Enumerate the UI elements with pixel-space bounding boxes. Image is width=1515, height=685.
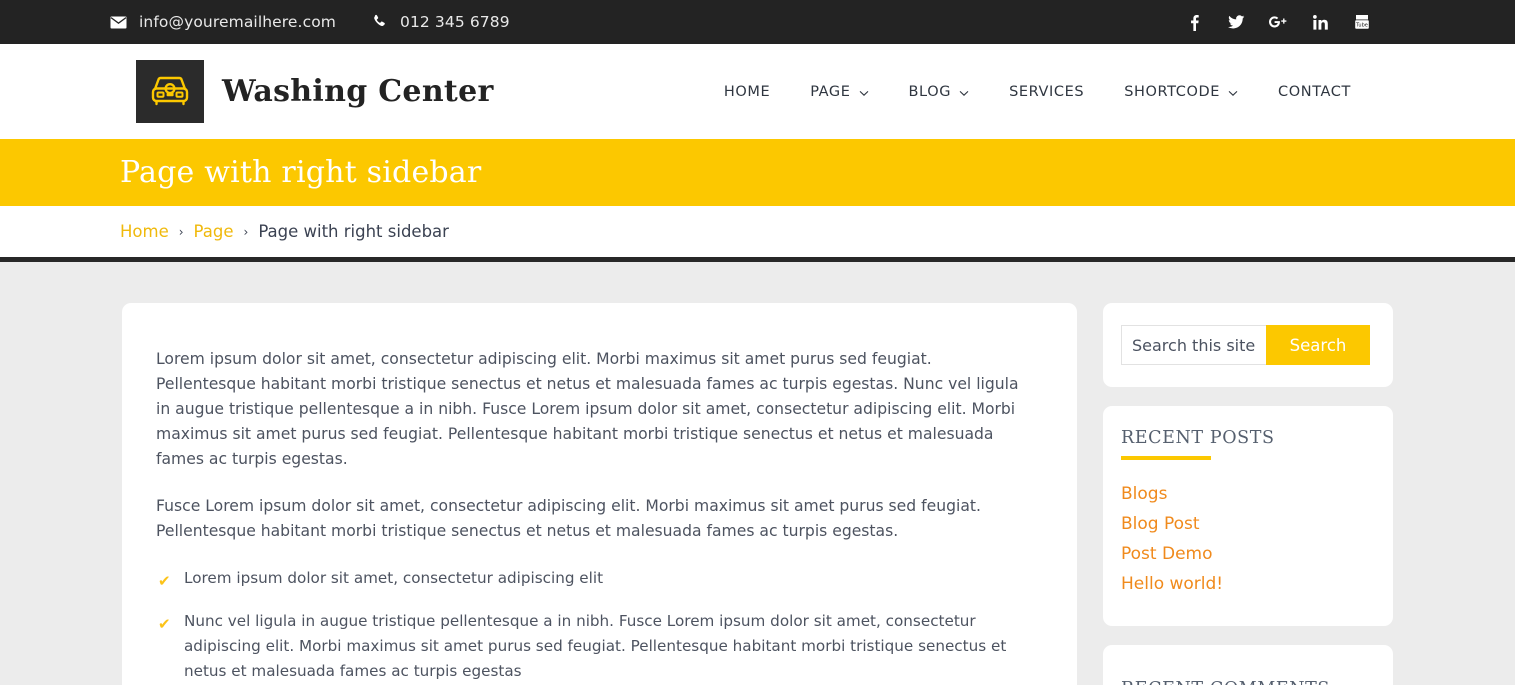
twitter-icon[interactable] — [1227, 12, 1245, 32]
search-widget: Search — [1103, 303, 1393, 387]
search-form: Search — [1121, 325, 1375, 365]
list-item: Hello world! — [1121, 574, 1375, 594]
nav-item-shortcode[interactable]: SHORTCODE — [1104, 82, 1258, 101]
breadcrumb-separator: › — [243, 224, 249, 239]
nav-label: SHORTCODE — [1124, 83, 1221, 100]
nav-item-page[interactable]: PAGE — [790, 82, 888, 101]
search-button[interactable]: Search — [1266, 325, 1370, 365]
nav-item-blog[interactable]: BLOG — [889, 82, 990, 101]
social-links: Tube — [1185, 12, 1371, 32]
youtube-icon[interactable]: Tube — [1353, 12, 1371, 32]
feature-list: ✔ Lorem ipsum dolor sit amet, consectetu… — [156, 566, 1025, 685]
list-item: ✔ Lorem ipsum dolor sit amet, consectetu… — [156, 566, 1025, 591]
recent-post-link-hello-world[interactable]: Hello world! — [1121, 574, 1223, 594]
brand-logo[interactable]: Washing Center — [136, 60, 494, 123]
site-header: Washing Center HOME PAGE BLOG SERVICES S… — [0, 44, 1515, 139]
nav-label: BLOG — [908, 83, 952, 100]
phone-icon — [372, 14, 388, 30]
email-contact[interactable]: info@youremailhere.com — [110, 13, 336, 31]
google-plus-icon[interactable] — [1269, 12, 1287, 32]
list-item: Blogs — [1121, 484, 1375, 504]
linkedin-icon[interactable] — [1311, 12, 1329, 32]
recent-post-link-blogs[interactable]: Blogs — [1121, 484, 1167, 504]
breadcrumb-item-page[interactable]: Page — [194, 222, 234, 241]
recent-posts-list: Blogs Blog Post Post Demo Hello world! — [1121, 484, 1375, 594]
breadcrumb-bar: Home › Page › Page with right sidebar — [0, 206, 1515, 257]
nav-label: HOME — [723, 83, 771, 100]
breadcrumb-item-current: Page with right sidebar — [258, 222, 449, 241]
main-content-card: Lorem ipsum dolor sit amet, consectetur … — [122, 303, 1077, 685]
top-contact-bar: info@youremailhere.com 012 345 6789 Tube — [0, 0, 1515, 44]
main-navigation: HOME PAGE BLOG SERVICES SHORTCODE CONTAC… — [704, 82, 1371, 101]
breadcrumb-item-home[interactable]: Home — [120, 222, 169, 241]
recent-comments-title: RECENT COMMENTS — [1121, 679, 1375, 685]
logo-box — [136, 60, 204, 123]
page-title-banner: Page with right sidebar — [0, 139, 1515, 206]
nav-item-services[interactable]: SERVICES — [989, 84, 1104, 100]
phone-text: 012 345 6789 — [400, 13, 510, 31]
nav-item-home[interactable]: HOME — [704, 84, 790, 100]
topbar-contact-group: info@youremailhere.com 012 345 6789 — [110, 13, 510, 31]
search-input[interactable] — [1121, 325, 1266, 365]
chevron-down-icon — [859, 82, 869, 101]
phone-contact[interactable]: 012 345 6789 — [372, 13, 510, 31]
check-icon: ✔ — [158, 615, 171, 633]
breadcrumb-separator: › — [178, 224, 184, 239]
list-item-text: Nunc vel ligula in augue tristique pelle… — [184, 612, 1007, 680]
page-title: Page with right sidebar — [120, 155, 482, 190]
recent-posts-widget: RECENT POSTS Blogs Blog Post Post Demo H… — [1103, 406, 1393, 626]
recent-comments-widget: RECENT COMMENTS — [1103, 645, 1393, 685]
page-body: Lorem ipsum dolor sit amet, consectetur … — [0, 262, 1515, 685]
brand-name: Washing Center — [222, 74, 494, 109]
list-item: Post Demo — [1121, 544, 1375, 564]
nav-item-contact[interactable]: CONTACT — [1258, 84, 1371, 100]
recent-post-link-blog-post[interactable]: Blog Post — [1121, 514, 1200, 534]
chevron-down-icon — [1228, 82, 1238, 101]
recent-posts-title: RECENT POSTS — [1121, 428, 1375, 460]
list-item-text: Lorem ipsum dolor sit amet, consectetur … — [184, 569, 604, 587]
car-icon — [148, 72, 192, 112]
nav-label: PAGE — [810, 83, 851, 100]
svg-text:Tube: Tube — [1355, 22, 1368, 28]
recent-post-link-post-demo[interactable]: Post Demo — [1121, 544, 1212, 564]
list-item: ✔ Nunc vel ligula in augue tristique pel… — [156, 609, 1025, 684]
check-icon: ✔ — [158, 572, 171, 590]
chevron-down-icon — [959, 82, 969, 101]
body-paragraph-2: Fusce Lorem ipsum dolor sit amet, consec… — [156, 497, 981, 540]
list-item: Blog Post — [1121, 514, 1375, 534]
envelope-icon — [110, 16, 127, 29]
sidebar: Search RECENT POSTS Blogs Blog Post Post… — [1103, 303, 1393, 685]
email-text: info@youremailhere.com — [139, 13, 336, 31]
body-paragraph-1: Lorem ipsum dolor sit amet, consectetur … — [156, 350, 1019, 468]
nav-label: SERVICES — [1009, 83, 1085, 100]
nav-label: CONTACT — [1278, 83, 1351, 100]
breadcrumb: Home › Page › Page with right sidebar — [120, 222, 449, 241]
facebook-icon[interactable] — [1185, 12, 1203, 32]
